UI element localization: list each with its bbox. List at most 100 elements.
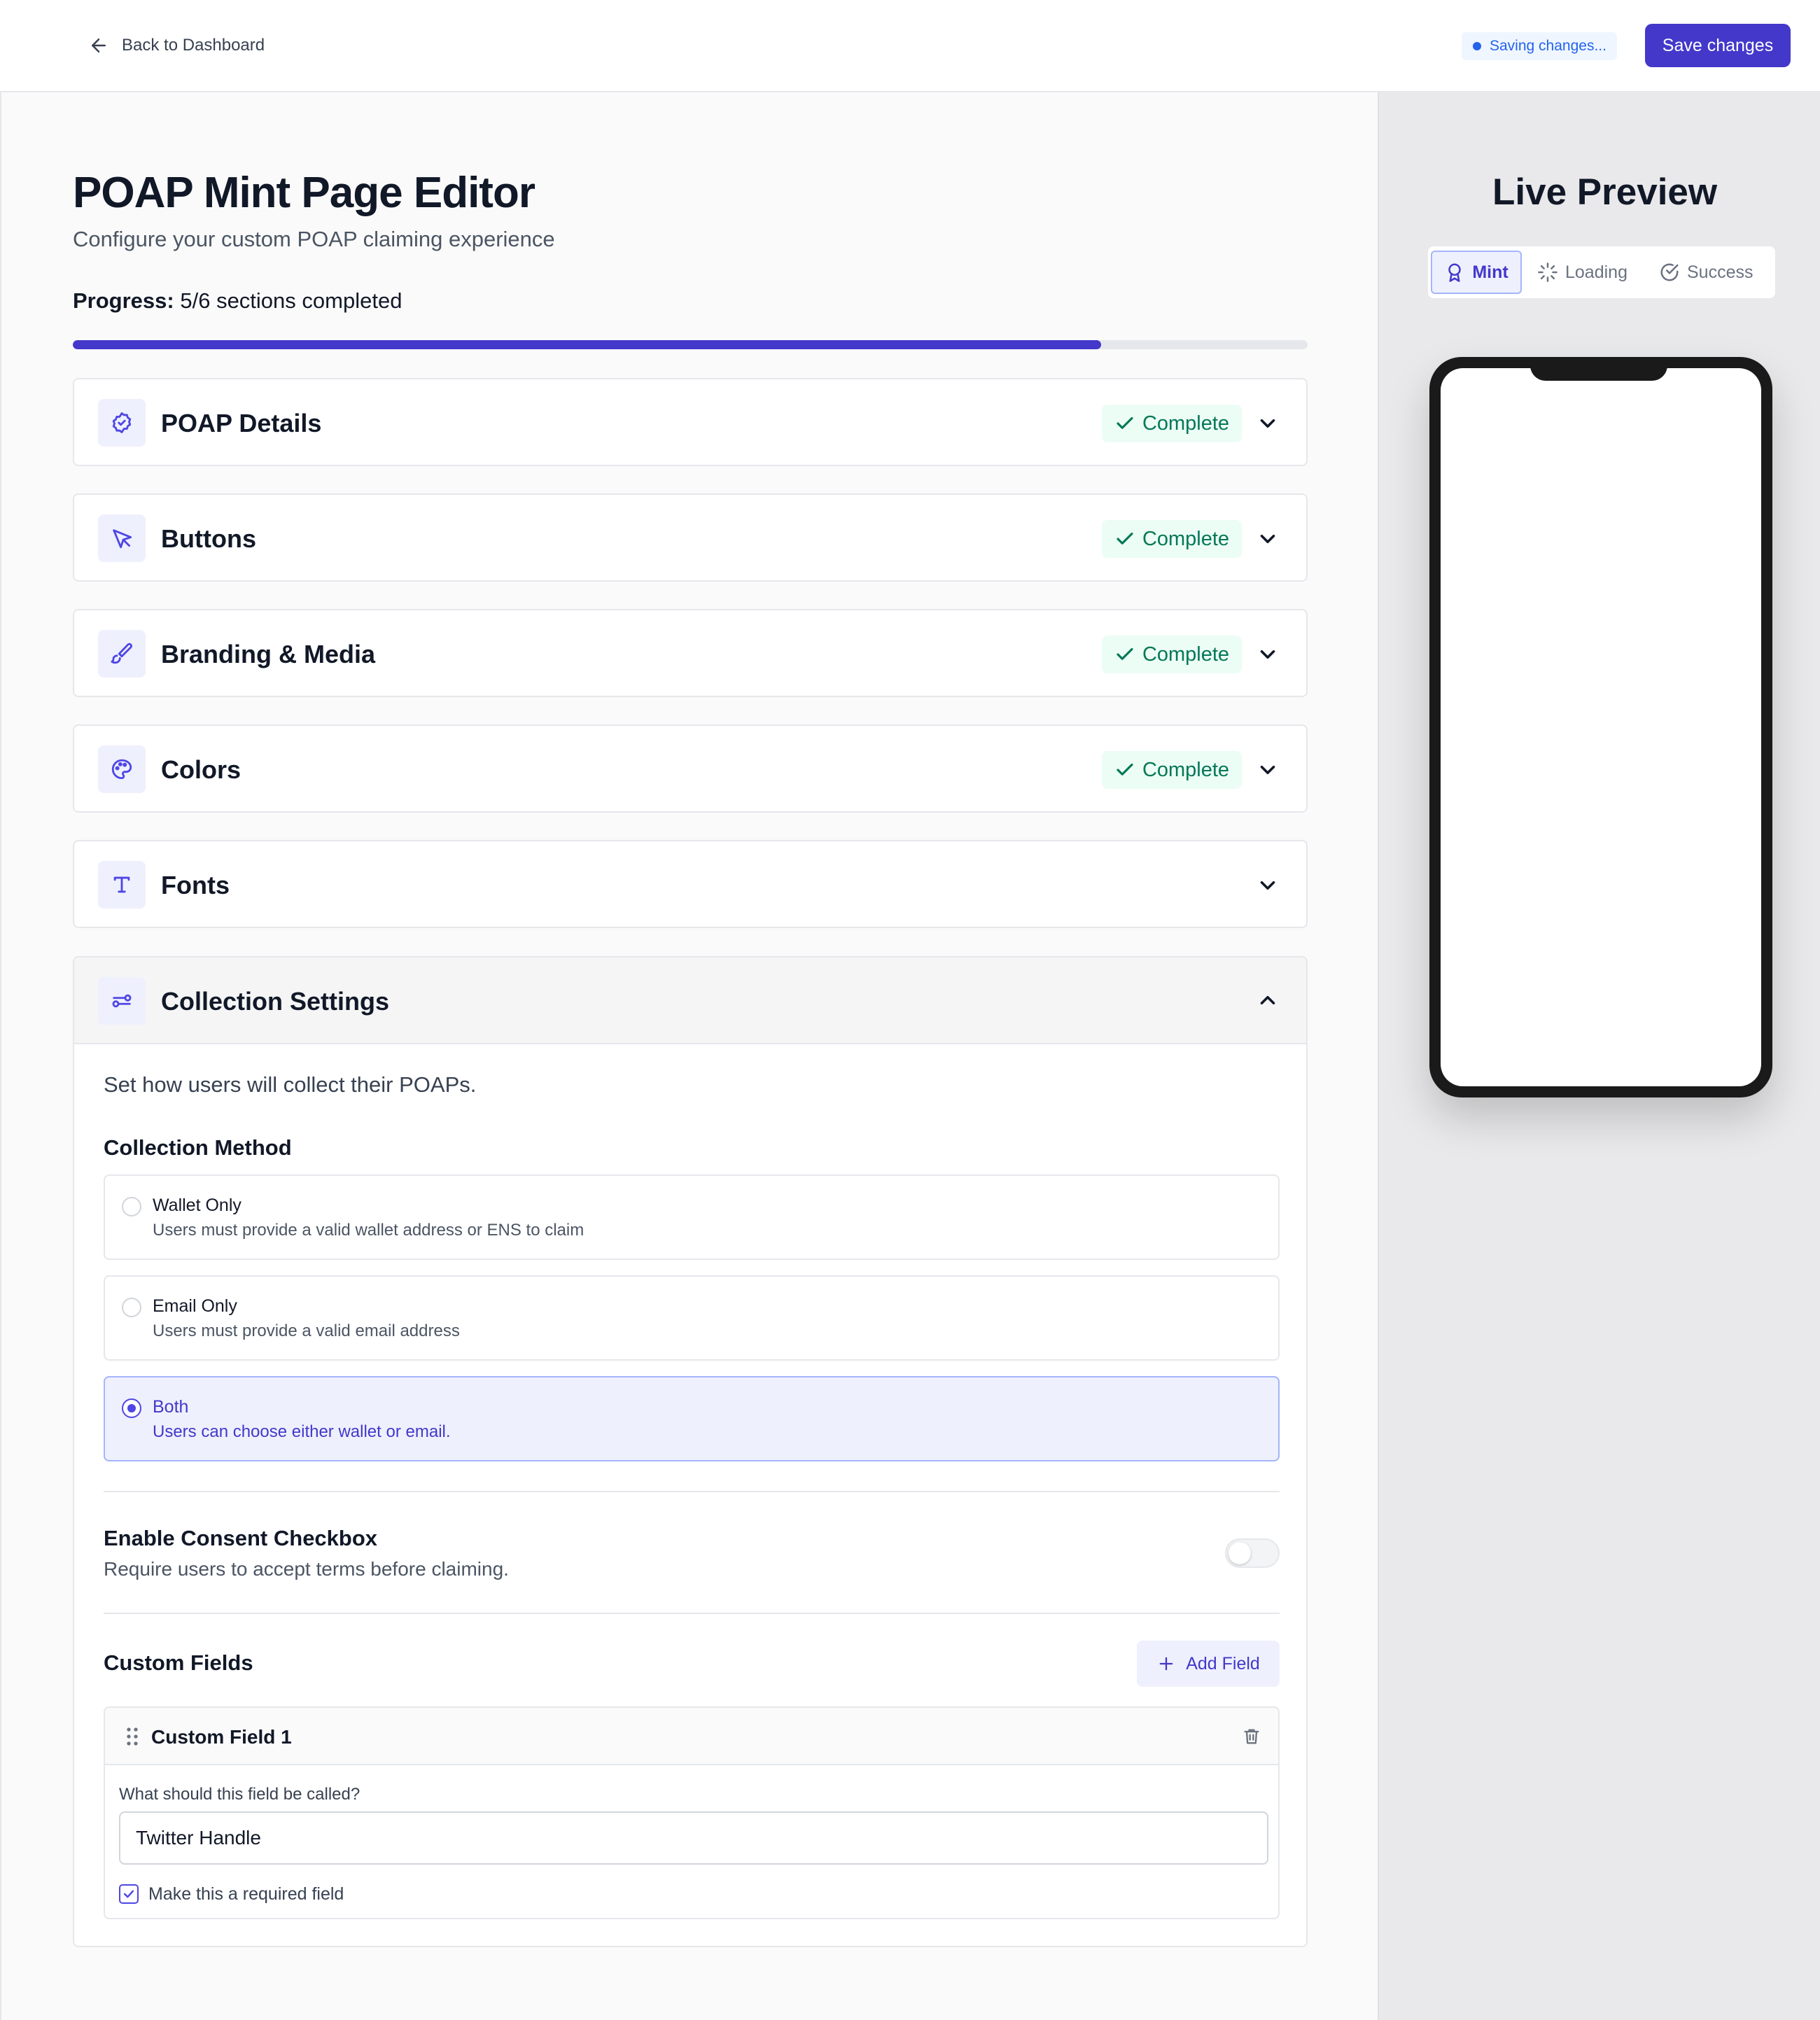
- option-title: Both: [153, 1397, 189, 1417]
- chevron-down-icon[interactable]: [1256, 874, 1280, 897]
- custom-field-card: Custom Field 1 What should this field be…: [104, 1706, 1280, 1919]
- loader-icon: [1538, 262, 1558, 282]
- page-title: POAP Mint Page Editor: [73, 169, 536, 217]
- tab-label: Loading: [1565, 262, 1628, 282]
- palette-icon: [98, 745, 146, 793]
- check-circle-icon: [1660, 263, 1679, 281]
- section-buttons[interactable]: Buttons Complete: [73, 493, 1308, 582]
- custom-field-header: Custom Field 1: [105, 1708, 1278, 1765]
- check-icon: [1116, 763, 1133, 776]
- toggle-knob: [1228, 1542, 1251, 1564]
- complete-status-badge: Complete: [1102, 636, 1242, 673]
- add-field-button[interactable]: Add Field: [1137, 1641, 1280, 1687]
- consent-title: Enable Consent Checkbox: [104, 1526, 378, 1550]
- section-poap-details[interactable]: POAP Details Complete: [73, 378, 1308, 466]
- badge-check-icon: [98, 399, 146, 447]
- tab-label: Success: [1687, 262, 1754, 282]
- preview-tabs: Mint Loading Success: [1428, 246, 1775, 298]
- status-text: Complete: [1142, 527, 1230, 550]
- option-wallet-only[interactable]: Wallet Only Users must provide a valid w…: [104, 1174, 1280, 1260]
- chevron-down-icon[interactable]: [1256, 412, 1280, 435]
- live-preview-title: Live Preview: [1492, 171, 1718, 213]
- arrow-left-icon: [92, 38, 106, 52]
- tab-success[interactable]: Success: [1659, 251, 1764, 294]
- section-title: POAP Details: [161, 409, 322, 437]
- add-field-label: Add Field: [1186, 1653, 1260, 1674]
- field-name-input[interactable]: [119, 1811, 1268, 1865]
- check-icon: [123, 1890, 134, 1898]
- custom-field-name: Custom Field 1: [151, 1726, 292, 1748]
- required-checkbox[interactable]: [119, 1884, 139, 1904]
- tab-loading[interactable]: Loading: [1537, 251, 1642, 294]
- progress-bar: [73, 340, 1308, 349]
- custom-fields-title: Custom Fields: [104, 1650, 253, 1675]
- phone-screen: [1441, 368, 1761, 1086]
- collection-description: Set how users will collect their POAPs.: [104, 1072, 477, 1097]
- required-checkbox-label: Make this a required field: [148, 1884, 344, 1904]
- check-icon: [1116, 532, 1133, 545]
- saving-status-badge: Saving changes...: [1462, 32, 1617, 60]
- section-branding-media[interactable]: Branding & Media Complete: [73, 609, 1308, 697]
- radio-button[interactable]: [122, 1298, 141, 1317]
- option-description: Users must provide a valid email address: [153, 1321, 460, 1340]
- chevron-down-icon[interactable]: [1256, 643, 1280, 666]
- section-title: Collection Settings: [161, 987, 390, 1016]
- chevron-down-icon[interactable]: [1256, 758, 1280, 782]
- paintbrush-icon: [98, 630, 146, 678]
- section-title: Colors: [161, 755, 241, 784]
- save-changes-button[interactable]: Save changes: [1645, 24, 1791, 67]
- option-description: Users can choose either wallet or email.: [153, 1422, 451, 1441]
- section-fonts[interactable]: Fonts: [73, 840, 1308, 928]
- status-text: Complete: [1142, 758, 1230, 781]
- section-title: Branding & Media: [161, 640, 376, 668]
- check-icon: [1116, 416, 1133, 429]
- progress-bar-fill: [73, 340, 1102, 349]
- option-title: Wallet Only: [153, 1195, 241, 1215]
- back-label: Back to Dashboard: [122, 36, 265, 55]
- status-dot-icon: [1473, 42, 1481, 50]
- section-collection-settings: Collection Settings Set how users will c…: [73, 956, 1308, 1947]
- consent-toggle[interactable]: [1225, 1538, 1280, 1568]
- progress-label-prefix: Progress:: [73, 288, 174, 313]
- collection-settings-header[interactable]: Collection Settings: [74, 958, 1306, 1044]
- back-to-dashboard-link[interactable]: Back to Dashboard: [88, 32, 265, 59]
- page-subtitle: Configure your custom POAP claiming expe…: [73, 227, 555, 251]
- progress-label: Progress: 5/6 sections completed: [73, 288, 402, 314]
- section-colors[interactable]: Colors Complete: [73, 724, 1308, 813]
- collection-method-label: Collection Method: [104, 1135, 292, 1160]
- divider: [104, 1613, 1280, 1614]
- status-text: Complete: [1142, 643, 1230, 666]
- section-title: Fonts: [161, 871, 230, 899]
- tab-label: Mint: [1472, 262, 1508, 282]
- complete-status-badge: Complete: [1102, 520, 1242, 558]
- progress-text: 5/6 sections completed: [180, 288, 402, 313]
- phone-mockup: [1429, 357, 1772, 1097]
- field-question-label: What should this field be called?: [119, 1785, 360, 1804]
- top-bar: Back to Dashboard Saving changes... Save…: [0, 0, 1820, 92]
- consent-description: Require users to accept terms before cla…: [104, 1558, 509, 1580]
- section-title: Buttons: [161, 524, 256, 553]
- option-both[interactable]: Both Users can choose either wallet or e…: [104, 1376, 1280, 1461]
- tab-mint[interactable]: Mint: [1431, 251, 1522, 294]
- check-icon: [1116, 647, 1133, 660]
- trash-icon[interactable]: [1242, 1726, 1261, 1747]
- phone-notch: [1530, 357, 1667, 381]
- option-email-only[interactable]: Email Only Users must provide a valid em…: [104, 1275, 1280, 1361]
- chevron-down-icon[interactable]: [1256, 527, 1280, 551]
- saving-status-text: Saving changes...: [1490, 38, 1606, 54]
- award-icon: [1448, 263, 1462, 282]
- radio-button[interactable]: [122, 1398, 141, 1418]
- option-description: Users must provide a valid wallet addres…: [153, 1221, 584, 1240]
- divider: [104, 1491, 1280, 1492]
- status-text: Complete: [1142, 412, 1230, 435]
- plus-icon: [1159, 1657, 1173, 1671]
- cursor-pointer-icon: [98, 514, 146, 562]
- option-title: Email Only: [153, 1296, 237, 1316]
- complete-status-badge: Complete: [1102, 405, 1242, 442]
- radio-button[interactable]: [122, 1197, 141, 1216]
- drag-handle-icon[interactable]: [125, 1726, 140, 1747]
- chevron-up-icon[interactable]: [1256, 988, 1280, 1012]
- sliders-icon: [98, 977, 146, 1025]
- complete-status-badge: Complete: [1102, 751, 1242, 789]
- type-icon: [98, 861, 146, 909]
